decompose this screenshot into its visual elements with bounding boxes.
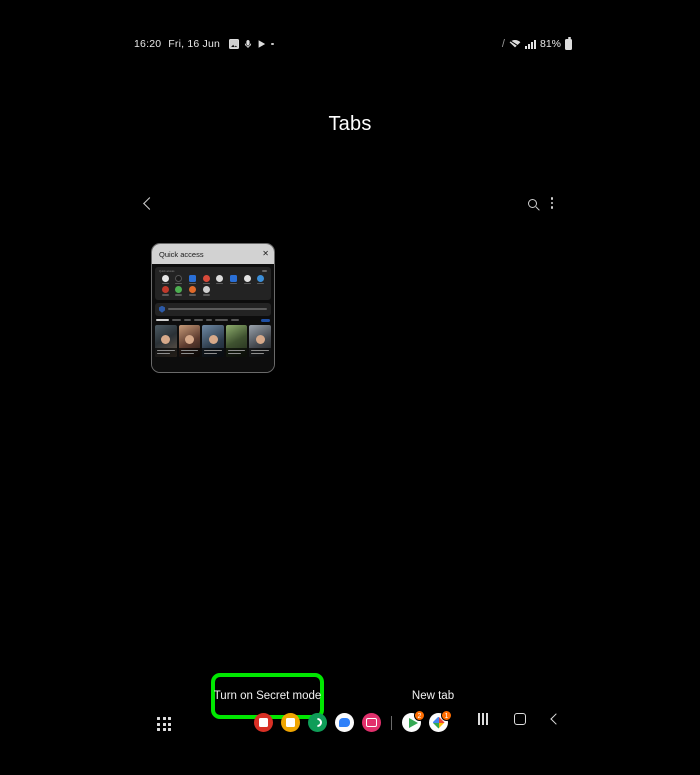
status-time: 16:20 xyxy=(134,38,162,50)
category-tab[interactable] xyxy=(215,319,228,322)
recording-icon xyxy=(244,40,252,48)
slash-icon: / xyxy=(501,38,505,50)
category-strip xyxy=(155,318,271,323)
back-icon[interactable] xyxy=(550,713,562,725)
phone-app-icon[interactable] xyxy=(308,713,327,732)
shortcut-icon xyxy=(161,275,169,282)
photos-app-icon[interactable]: 1 xyxy=(429,710,452,732)
photo-icon xyxy=(229,39,240,49)
shortcut-item[interactable] xyxy=(159,275,172,285)
notes-app-icon[interactable] xyxy=(281,713,300,732)
category-tab[interactable] xyxy=(206,319,212,322)
search-icon xyxy=(527,198,537,208)
status-notification-icons xyxy=(229,39,274,49)
privacy-notice-row xyxy=(155,302,271,316)
shortcut-icon xyxy=(175,286,183,294)
photos-badge: 1 xyxy=(441,710,452,721)
quick-access-panel: Quick access xyxy=(155,267,271,300)
shortcut-item[interactable] xyxy=(214,275,227,285)
tab-card-preview: Quick access xyxy=(152,264,274,372)
shortcut-icon xyxy=(202,275,210,282)
status-date: Fri, 16 Jun xyxy=(168,38,221,50)
more-options-button[interactable] xyxy=(538,189,566,217)
back-button[interactable] xyxy=(134,189,162,217)
shortcut-item[interactable] xyxy=(200,275,213,285)
shortcut-item[interactable] xyxy=(159,286,172,296)
shortcut-grid xyxy=(159,275,267,296)
shortcut-item[interactable] xyxy=(186,286,199,296)
taskbar-divider xyxy=(391,715,392,730)
tab-card-header: Quick access ✕ xyxy=(152,244,274,264)
dot-icon xyxy=(271,42,274,46)
quick-access-more-icon xyxy=(262,270,267,272)
battery-icon xyxy=(565,37,572,50)
instagram-app-icon[interactable] xyxy=(362,713,381,732)
signal-icon xyxy=(524,39,536,49)
recents-icon[interactable] xyxy=(477,713,488,725)
shortcut-item[interactable] xyxy=(254,275,267,285)
avatar xyxy=(161,334,171,344)
shortcut-icon xyxy=(257,275,265,282)
category-tab[interactable] xyxy=(184,319,191,322)
play-icon xyxy=(258,40,267,48)
shortcut-icon xyxy=(243,275,251,282)
new-tab-label: New tab xyxy=(411,690,455,702)
quick-access-label: Quick access xyxy=(159,270,175,273)
play-store-badge: 2 xyxy=(414,710,425,721)
privacy-notice-text xyxy=(168,308,267,311)
shortcut-item[interactable] xyxy=(200,286,213,296)
tab-card[interactable]: Quick access ✕ Quick access xyxy=(151,243,275,373)
status-bar: 16:20 Fri, 16 Jun / 81% xyxy=(0,0,700,68)
tabs-action-row xyxy=(0,189,700,217)
category-tab[interactable] xyxy=(231,319,239,322)
category-tab[interactable] xyxy=(156,319,169,322)
chevron-left-icon xyxy=(143,196,156,210)
status-bar-right: / 81% xyxy=(501,37,572,50)
category-tab[interactable] xyxy=(194,319,203,322)
shield-icon xyxy=(159,305,165,313)
more-vertical-icon xyxy=(550,196,554,210)
home-icon[interactable] xyxy=(514,713,526,725)
shortcut-icon xyxy=(229,275,237,282)
shortcut-icon xyxy=(189,286,197,294)
status-bar-left: 16:20 Fri, 16 Jun xyxy=(134,38,274,50)
news-card[interactable] xyxy=(249,325,271,358)
shortcut-icon xyxy=(161,286,169,294)
taskbar-apps: 2 1 xyxy=(254,710,452,732)
shortcut-item[interactable] xyxy=(173,275,186,285)
play-store-app-icon[interactable]: 2 xyxy=(402,710,425,732)
avatar xyxy=(208,334,218,344)
shortcut-item[interactable] xyxy=(241,275,254,285)
battery-percent: 81% xyxy=(539,38,561,50)
shortcut-icon xyxy=(189,275,197,282)
category-tab[interactable] xyxy=(172,319,181,322)
system-nav-buttons xyxy=(477,713,562,725)
messages-app-icon[interactable] xyxy=(335,713,354,732)
secret-mode-label: Turn on Secret mode xyxy=(213,690,322,702)
shortcut-item[interactable] xyxy=(173,286,186,296)
shortcut-item[interactable] xyxy=(227,275,240,285)
shortcut-item[interactable] xyxy=(186,275,199,285)
avatar xyxy=(255,334,265,344)
shortcut-icon xyxy=(175,275,183,282)
close-icon[interactable]: ✕ xyxy=(262,250,269,258)
avatar xyxy=(185,334,195,344)
news-card[interactable] xyxy=(202,325,224,358)
news-card[interactable] xyxy=(178,325,201,358)
news-row xyxy=(155,325,271,358)
gmail-app-icon[interactable] xyxy=(254,713,273,732)
page-title: Tabs xyxy=(328,113,372,135)
news-card[interactable] xyxy=(155,325,177,358)
news-card[interactable] xyxy=(225,325,248,358)
shortcut-icon xyxy=(202,286,210,294)
apps-grid-icon[interactable] xyxy=(157,717,171,731)
phone-screen: 16:20 Fri, 16 Jun / 81% Tabs Quick acces… xyxy=(0,0,700,775)
tab-card-title: Quick access xyxy=(159,249,204,259)
shortcut-icon xyxy=(216,275,224,282)
taskbar: 2 1 xyxy=(0,708,700,742)
wifi-icon xyxy=(509,39,521,49)
category-pill[interactable] xyxy=(261,318,270,323)
